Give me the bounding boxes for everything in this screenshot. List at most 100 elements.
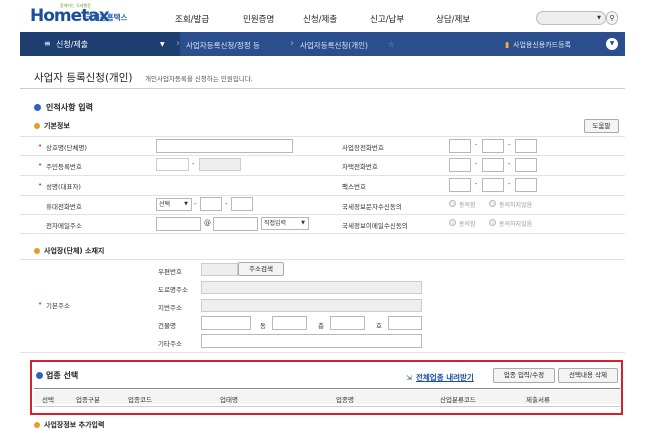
label-basic-address: 기본주소 <box>46 302 70 310</box>
search-input[interactable]: ▼ <box>536 11 606 25</box>
logo-tagline: 함께하는 국세행정 <box>60 3 91 8</box>
column-header: 업종구분 <box>76 396 100 404</box>
nav-section-label[interactable]: 신청/제출 <box>56 39 88 50</box>
dash: - <box>508 160 511 168</box>
home-phone-1[interactable] <box>449 158 471 172</box>
section-title-industry: 업종 선택 <box>46 371 79 380</box>
home-phone-3[interactable] <box>515 158 537 172</box>
sms-disagree-radio[interactable] <box>489 200 496 207</box>
dash: - <box>475 160 478 168</box>
email-at: @ <box>204 219 211 227</box>
chevron-down-icon: ▼ <box>301 220 305 226</box>
card-icon: ▮ <box>505 40 510 49</box>
dong-input[interactable] <box>272 316 307 330</box>
select-value: 직접입력 <box>264 220 287 227</box>
breadcrumb-item-2[interactable]: 사업자등록신청(개인) <box>300 40 368 51</box>
breadcrumb-separator-icon: › <box>290 38 294 49</box>
menu-certificates[interactable]: 민원증명 <box>243 13 274 25</box>
nav-shortcut[interactable]: 사업용신용카드등록 <box>513 40 571 50</box>
divider <box>20 155 625 156</box>
breadcrumb-item-1[interactable]: 사업자등록신청/정정 등 <box>186 40 260 51</box>
label-ho: 호 <box>376 322 382 330</box>
logo-subtitle: 국세청홈택스 <box>86 13 128 22</box>
page-description: 개인사업자등록을 신청하는 민원입니다. <box>145 75 253 83</box>
help-button[interactable]: 도움말 <box>584 119 619 133</box>
section-bullet-icon <box>34 104 41 111</box>
required-mark: • <box>38 142 43 150</box>
label-biz-phone: 사업장전화번호 <box>342 144 384 152</box>
dash: - <box>192 160 195 168</box>
divider <box>20 214 625 215</box>
mobile-carrier-select[interactable]: 선택 ▼ <box>156 198 192 211</box>
menu-report[interactable]: 신고/납부 <box>370 13 404 25</box>
label-email: 전자메일주소 <box>46 222 82 230</box>
sms-agree-radio[interactable] <box>449 200 456 207</box>
section-title-personal: 인적사항 입력 <box>46 103 93 112</box>
industry-edit-button[interactable]: 업종 입력/수정 <box>493 368 555 383</box>
sms-agree-label: 동의함 <box>459 202 476 209</box>
subsection-bullet-icon <box>34 123 40 129</box>
divider <box>20 175 625 176</box>
label-fax: 팩스번호 <box>342 183 366 191</box>
favorite-star-icon[interactable]: ☆ <box>388 40 395 49</box>
divider <box>20 259 625 260</box>
address-search-button[interactable]: 주소검색 <box>238 262 284 276</box>
required-mark: • <box>38 300 43 308</box>
subsection-bullet-icon <box>34 248 40 254</box>
label-road-address: 도로명주소 <box>158 286 188 294</box>
menu-inquiry[interactable]: 조회/발급 <box>175 13 209 25</box>
delete-selection-button[interactable]: 선택내용 삭제 <box>558 368 618 383</box>
label-mobile: 휴대전화번호 <box>46 203 82 211</box>
chevron-down-icon[interactable]: ▼ <box>160 41 165 48</box>
building-input[interactable] <box>201 316 251 330</box>
column-header: 제출서류 <box>526 396 550 404</box>
chevron-down-icon[interactable]: ▼ <box>606 38 618 50</box>
menu-consult[interactable]: 상담/제보 <box>436 13 470 25</box>
email-domain-input[interactable] <box>213 217 258 231</box>
dash: - <box>475 141 478 149</box>
label-etc-address: 기타주소 <box>158 340 182 348</box>
dropdown-arrow-icon: ▼ <box>597 15 601 21</box>
email-id-input[interactable] <box>156 217 201 231</box>
label-home-phone: 자택전화번호 <box>342 163 378 171</box>
biz-phone-3[interactable] <box>515 139 537 153</box>
sms-disagree-label: 동의하지않음 <box>499 202 533 209</box>
column-header: 선택 <box>42 396 54 404</box>
required-mark: • <box>38 181 43 189</box>
label-building: 건물명 <box>158 322 176 330</box>
fax-3[interactable] <box>515 178 537 192</box>
road-address-input <box>201 281 422 294</box>
fax-1[interactable] <box>449 178 471 192</box>
fax-2[interactable] <box>482 178 504 192</box>
label-sms-consent: 국세정보문자수신동의 <box>342 203 402 211</box>
mobile-2[interactable] <box>200 197 222 211</box>
download-icon: ⇲ <box>406 374 412 382</box>
ho-input[interactable] <box>388 316 422 330</box>
home-phone-2[interactable] <box>482 158 504 172</box>
floor-input[interactable] <box>330 316 365 330</box>
download-all-industries-link[interactable]: 전체업종 내려받기 <box>416 372 474 383</box>
divider <box>20 195 625 196</box>
label-email-consent: 국세정보이메일수신동의 <box>342 222 408 230</box>
trade-name-input[interactable] <box>156 139 293 153</box>
divider <box>20 88 625 89</box>
biz-phone-2[interactable] <box>482 139 504 153</box>
dash: - <box>508 180 511 188</box>
search-icon[interactable]: ⚲ <box>606 11 618 25</box>
biz-phone-1[interactable] <box>449 139 471 153</box>
dash: - <box>194 200 197 208</box>
column-header: 업종코드 <box>128 396 152 404</box>
label-rrn: 주민등록번호 <box>46 163 82 171</box>
label-postcode: 우편번호 <box>158 268 182 276</box>
menu-apply[interactable]: 신청/제출 <box>303 13 337 25</box>
subsection-address: 사업장(단체) 소재지 <box>44 247 105 255</box>
rrn-front-input[interactable] <box>156 158 189 171</box>
select-value: 선택 <box>159 201 171 208</box>
email-domain-select[interactable]: 직접입력 ▼ <box>261 217 309 230</box>
column-header: 업종명 <box>336 396 354 404</box>
email-agree-radio[interactable] <box>449 219 456 226</box>
email-disagree-radio[interactable] <box>489 219 496 226</box>
label-lot-address: 지번주소 <box>158 304 182 312</box>
etc-address-input[interactable] <box>201 334 422 348</box>
mobile-3[interactable] <box>231 197 253 211</box>
